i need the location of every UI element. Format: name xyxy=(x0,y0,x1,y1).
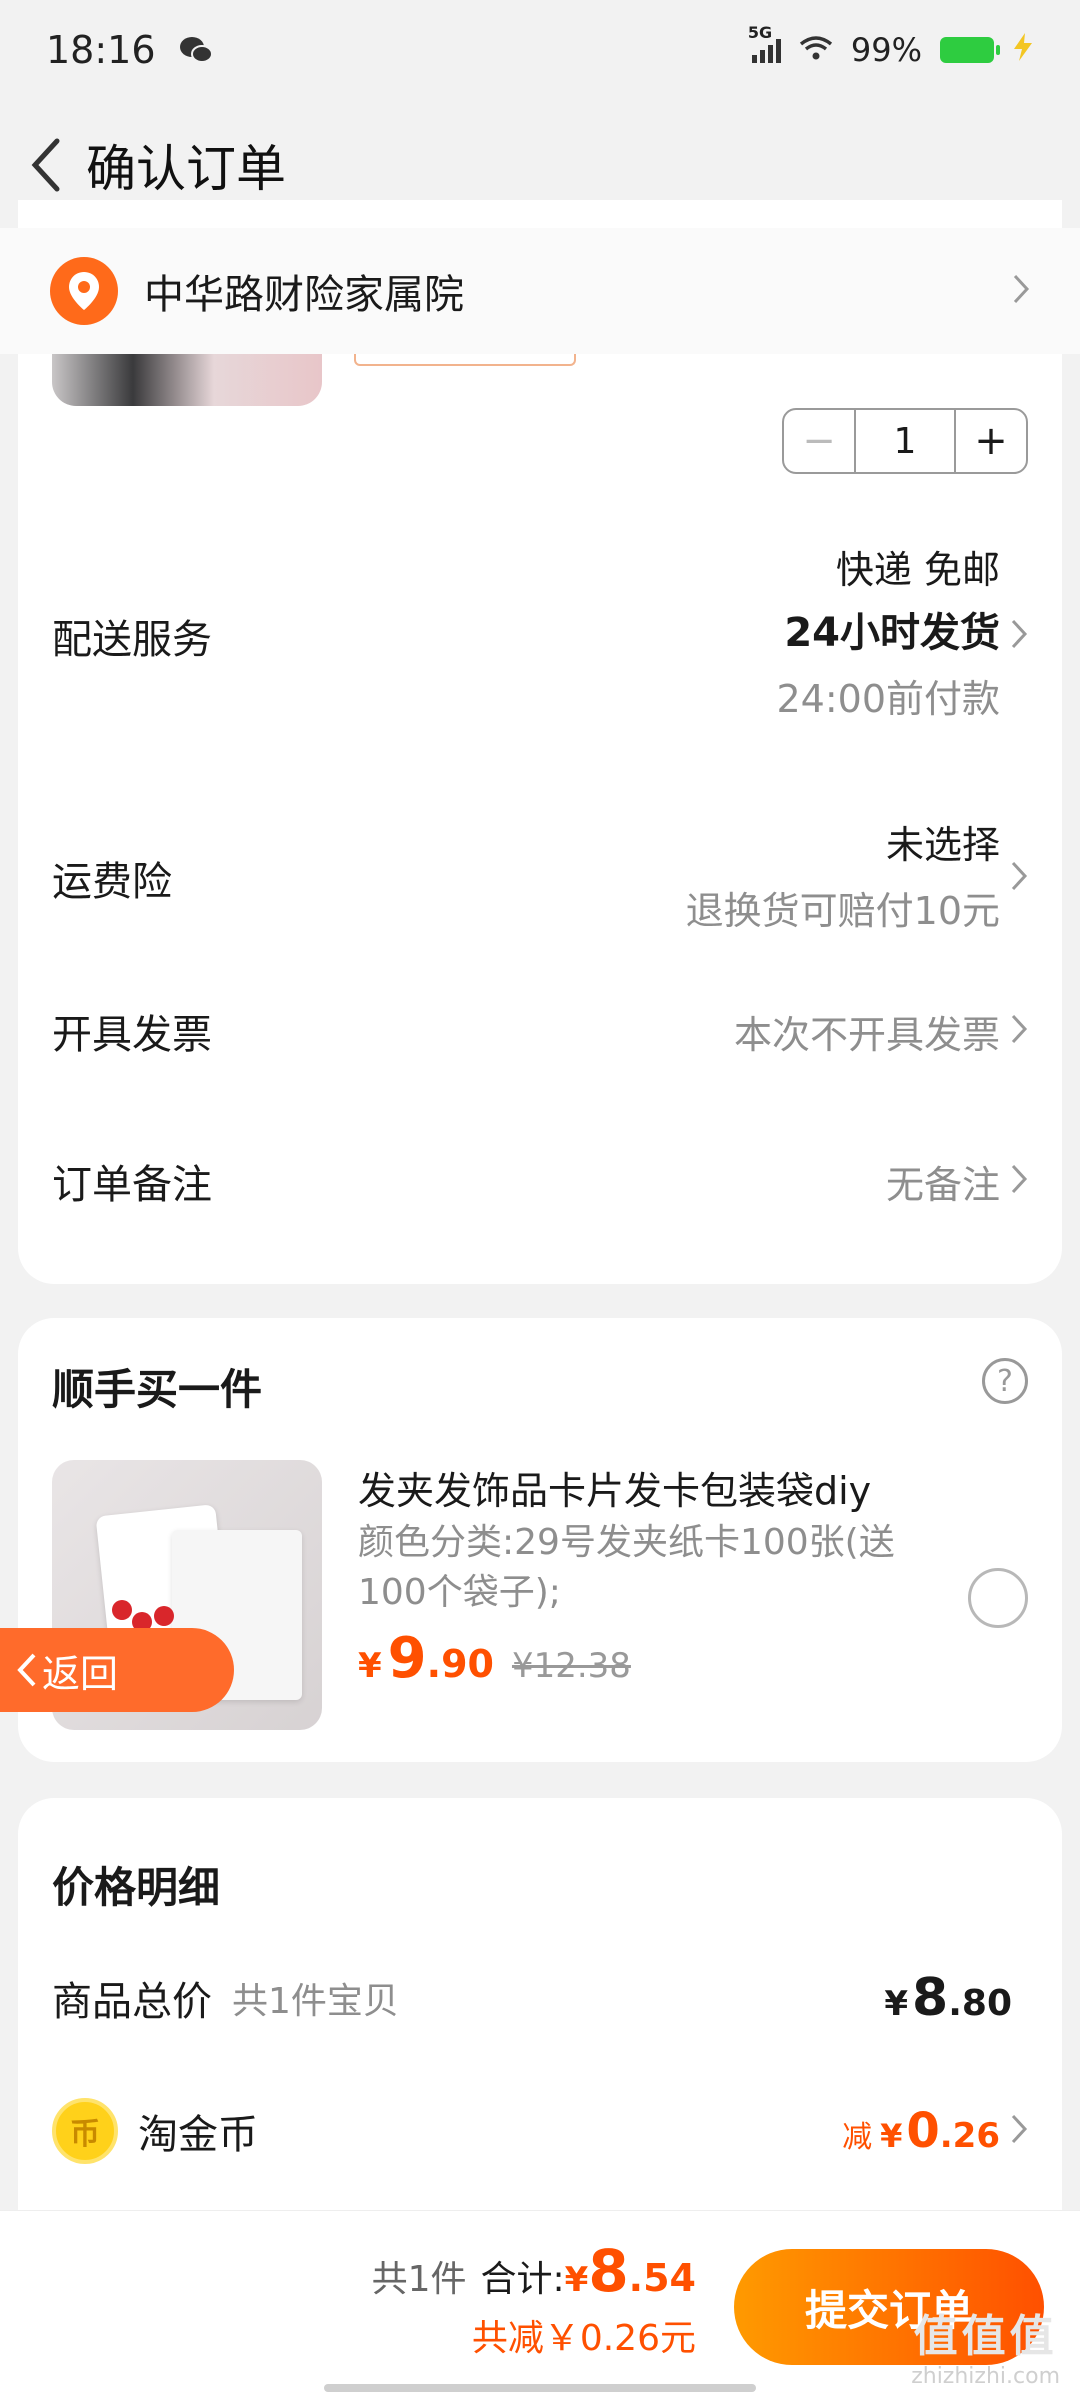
chevron-right-icon xyxy=(1010,1013,1028,1049)
chevron-right-icon xyxy=(1010,2113,1028,2149)
addon-price-decimal: .90 xyxy=(426,1642,494,1686)
address-selector[interactable]: 中华路财险家属院 xyxy=(0,228,1080,354)
battery-percent: 99% xyxy=(850,31,922,69)
goods-total-label: 商品总价 xyxy=(52,1979,212,2025)
delivery-ship-time: 24小时发货 xyxy=(784,610,1000,656)
insurance-label: 运费险 xyxy=(52,859,172,905)
location-pin-icon xyxy=(50,257,118,325)
discount-decimal: .26 xyxy=(939,2116,1000,2156)
discount-currency: ¥ xyxy=(880,2117,903,2155)
chevron-right-icon xyxy=(1010,618,1028,654)
status-bar: 18:16 5G 99% xyxy=(0,0,1080,100)
back-arrow-icon[interactable] xyxy=(20,135,70,195)
order-summary: 共1件 合计: ¥ 8 .54 共减￥0.26元 xyxy=(372,2237,696,2361)
taojinbi-discount: 减 ¥ 0 .26 xyxy=(842,2103,1000,2159)
total-label: 合计: xyxy=(480,2259,565,2300)
product-thumbnail xyxy=(52,350,322,406)
total-integer: 8 xyxy=(588,2237,629,2305)
addon-price: ¥ 9 .90 ¥12.38 xyxy=(358,1626,631,1691)
status-time: 18:16 xyxy=(46,28,156,72)
network-type: 5G xyxy=(747,23,773,42)
address-text: 中华路财险家属院 xyxy=(144,272,464,318)
decrease-button[interactable]: − xyxy=(784,410,854,472)
goods-total-decimal: .80 xyxy=(948,1983,1012,2024)
chevron-right-icon xyxy=(1012,273,1030,309)
watermark-url: zhizhizhi.com xyxy=(911,2364,1060,2389)
return-label: 返回 xyxy=(42,1651,119,1696)
addon-select-radio[interactable] xyxy=(968,1568,1028,1628)
taojinbi-row[interactable]: 币 淘金币 减 ¥ 0 .26 xyxy=(52,2098,1028,2164)
watermark-logo: 值值值 xyxy=(913,2311,1058,2362)
help-icon[interactable]: ? xyxy=(982,1358,1028,1404)
total-decimal: .54 xyxy=(628,2256,696,2300)
taojinbi-label: 淘金币 xyxy=(138,2112,258,2158)
insurance-value: 未选择 xyxy=(885,823,1000,867)
addon-title: 顺手买一件 xyxy=(52,1365,263,1414)
delivery-label: 配送服务 xyxy=(52,617,212,663)
delivery-row[interactable]: 配送服务 快递 免邮 24小时发货 24:00前付款 xyxy=(52,540,1028,732)
item-count: 共1件 xyxy=(371,2259,467,2300)
invoice-label: 开具发票 xyxy=(52,1012,212,1058)
price-detail-title: 价格明细 xyxy=(52,1863,221,1912)
coin-glyph: 币 xyxy=(70,2117,100,2152)
discount-prefix: 减 xyxy=(842,2120,873,2155)
delivery-method: 快递 免邮 xyxy=(835,548,1000,592)
addon-original-price: ¥12.38 xyxy=(511,1646,631,1686)
wechat-icon xyxy=(178,34,214,66)
chevron-right-icon xyxy=(1010,860,1028,896)
insurance-hint: 退换货可赔付10元 xyxy=(685,889,1000,933)
addon-product-name[interactable]: 发夹发饰品卡片发卡包装袋diy xyxy=(358,1460,871,1515)
home-indicator[interactable] xyxy=(324,2384,756,2392)
total-saving: 共减￥0.26元 xyxy=(471,2318,696,2359)
goods-total-count: 共1件宝贝 xyxy=(232,1981,399,2022)
charging-icon xyxy=(1012,31,1034,69)
invoice-value: 本次不开具发票 xyxy=(733,1012,1000,1057)
goods-total-amount: ¥ 8 .80 xyxy=(884,1968,1012,2028)
wifi-icon xyxy=(799,31,833,69)
addon-product-spec: 颜色分类:29号发夹纸卡100张(送100个袋子); xyxy=(358,1522,895,1613)
chevron-right-icon xyxy=(1010,1163,1028,1199)
page-title: 确认订单 xyxy=(86,140,286,198)
coin-icon: 币 xyxy=(52,2098,118,2164)
discount-integer: 0 xyxy=(906,2103,940,2159)
increase-button[interactable]: + xyxy=(956,410,1026,472)
addon-price-currency: ¥ xyxy=(358,1646,382,1686)
total-currency: ¥ xyxy=(564,2260,589,2300)
addon-price-integer: 9 xyxy=(387,1626,427,1691)
remark-label: 订单备注 xyxy=(52,1162,212,1208)
quantity-value[interactable]: 1 xyxy=(854,410,956,472)
remark-value: 无备注 xyxy=(885,1162,1000,1207)
watermark: 值值值 zhizhizhi.com xyxy=(911,2300,1060,2389)
order-detail-card: − 1 + 配送服务 快递 免邮 24小时发货 24:00前付款 运费险 未选择… xyxy=(18,200,1062,1284)
battery-icon xyxy=(940,37,1000,63)
return-button[interactable]: 返回 xyxy=(0,1628,234,1712)
signal-icon: 5G xyxy=(748,23,781,63)
remark-row[interactable]: 订单备注 无备注 xyxy=(52,1146,1028,1216)
goods-total-currency: ¥ xyxy=(884,1984,909,2024)
goods-total-integer: 8 xyxy=(912,1968,949,2028)
invoice-row[interactable]: 开具发票 本次不开具发票 xyxy=(52,996,1028,1066)
shipping-insurance-row[interactable]: 运费险 未选择 退换货可赔付10元 xyxy=(52,812,1028,944)
chevron-left-icon xyxy=(17,1653,36,1687)
price-detail-card: 价格明细 商品总价 共1件宝贝 ¥ 8 .80 币 淘金币 减 ¥ 0 .26 xyxy=(18,1798,1062,2258)
delivery-pay-before: 24:00前付款 xyxy=(776,677,1000,721)
quantity-stepper: − 1 + xyxy=(782,408,1028,474)
goods-total-row: 商品总价 共1件宝贝 ¥ 8 .80 xyxy=(52,1968,1012,2028)
